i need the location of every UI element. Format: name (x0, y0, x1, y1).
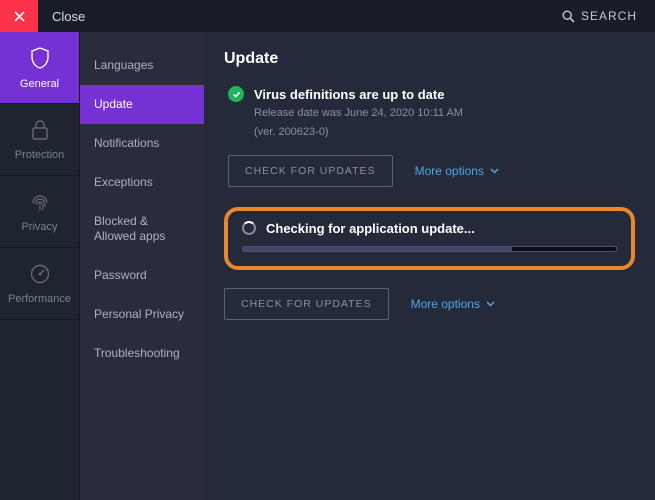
subnav-item-password[interactable]: Password (80, 256, 204, 295)
shield-icon (29, 46, 51, 70)
rail-label: Protection (15, 149, 65, 161)
check-updates-button-virus[interactable]: CHECK FOR UPDATES (228, 155, 393, 187)
virus-definitions-section: Virus definitions are up to date Release… (224, 86, 635, 187)
app-update-progress (242, 246, 617, 252)
check-circle-icon (228, 86, 244, 102)
subnav-item-update[interactable]: Update (80, 85, 204, 124)
nav-rail: General Protection Privacy Performance (0, 32, 80, 500)
more-options-virus[interactable]: More options (415, 164, 499, 178)
subnav-item-notifications[interactable]: Notifications (80, 124, 204, 163)
more-options-label: More options (411, 297, 480, 311)
gauge-icon (29, 263, 51, 285)
virus-status-title: Virus definitions are up to date (254, 87, 444, 102)
spinner-icon (242, 221, 256, 235)
more-options-app[interactable]: More options (411, 297, 495, 311)
subnav-item-blocked-allowed[interactable]: Blocked & Allowed apps (80, 202, 204, 256)
chevron-down-icon (490, 168, 499, 174)
more-options-label: More options (415, 164, 484, 178)
rail-label: Performance (8, 293, 71, 305)
close-button[interactable] (0, 0, 38, 32)
app-update-highlight: Checking for application update... (224, 207, 635, 270)
check-updates-button-app[interactable]: CHECK FOR UPDATES (224, 288, 389, 320)
search-area[interactable]: SEARCH (562, 9, 655, 23)
virus-status-version: (ver. 200623-0) (254, 125, 635, 140)
subnav-item-exceptions[interactable]: Exceptions (80, 163, 204, 202)
app-checking-title: Checking for application update... (266, 221, 475, 236)
subnav-item-personal-privacy[interactable]: Personal Privacy (80, 295, 204, 334)
subnav-item-troubleshooting[interactable]: Troubleshooting (80, 334, 204, 373)
close-icon (14, 11, 25, 22)
content-panel: Update Virus definitions are up to date … (204, 32, 655, 500)
rail-item-privacy[interactable]: Privacy (0, 176, 79, 248)
subnav: Languages Update Notifications Exception… (80, 32, 204, 500)
progress-fill (243, 247, 512, 251)
page-title: Update (224, 50, 635, 68)
rail-item-performance[interactable]: Performance (0, 248, 79, 320)
rail-item-protection[interactable]: Protection (0, 104, 79, 176)
search-icon (562, 10, 575, 23)
chevron-down-icon (486, 301, 495, 307)
search-label: SEARCH (581, 9, 637, 23)
rail-label: Privacy (21, 221, 57, 233)
subnav-item-languages[interactable]: Languages (80, 46, 204, 85)
fingerprint-icon (29, 191, 51, 213)
rail-label: General (20, 78, 59, 90)
title-bar: Close SEARCH (0, 0, 655, 32)
close-label: Close (38, 9, 85, 24)
virus-status-release: Release date was June 24, 2020 10:11 AM (254, 106, 635, 121)
rail-item-general[interactable]: General (0, 32, 79, 104)
lock-icon (30, 119, 50, 141)
